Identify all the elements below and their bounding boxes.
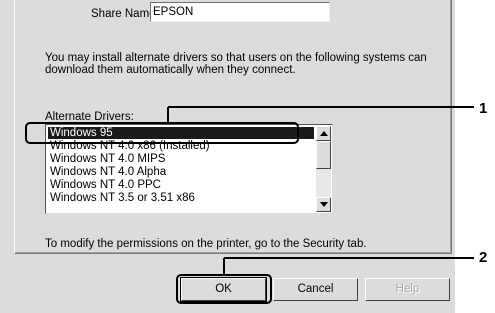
callout-leader-lines [167,106,474,274]
callout-number-2: 2 [479,249,488,266]
callout-number-1: 1 [479,100,488,117]
